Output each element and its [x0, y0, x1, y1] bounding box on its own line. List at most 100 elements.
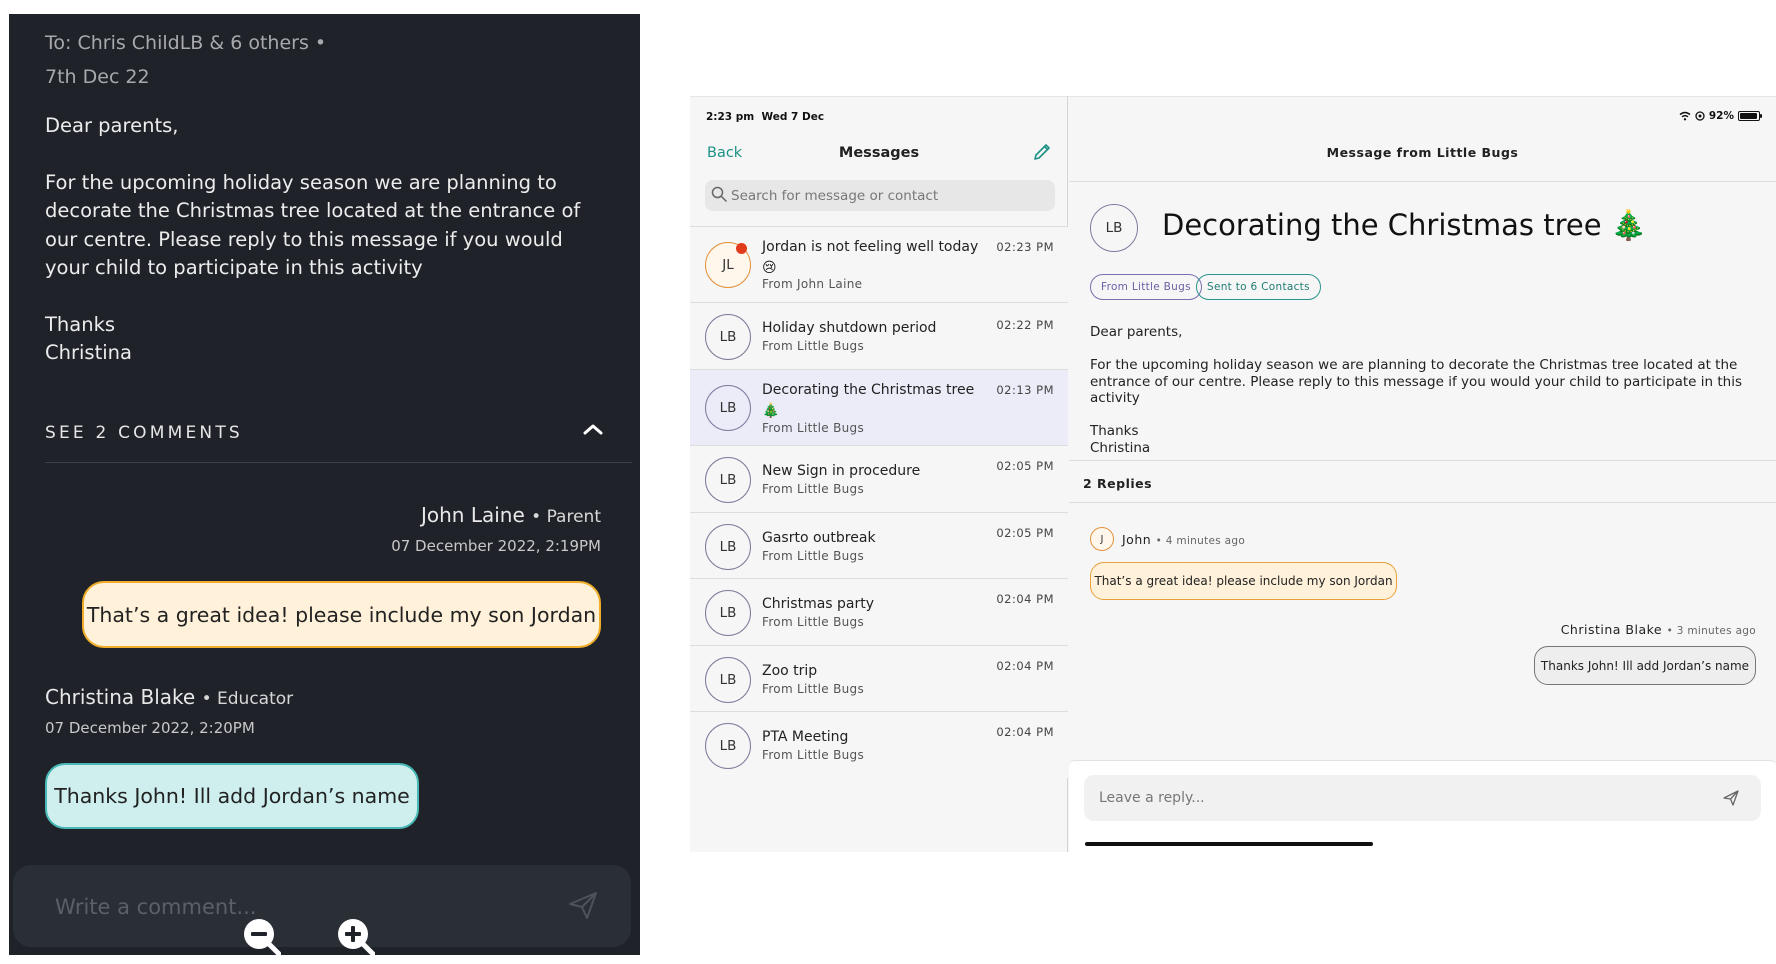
message-paragraph: Dear parents, — [45, 114, 179, 137]
list-item-sender: From Little Bugs — [762, 339, 865, 353]
avatar: LB — [705, 457, 751, 503]
comment-author-educator: Christina Blake • Educator — [45, 685, 293, 709]
battery-percent: 92% — [1708, 110, 1734, 122]
reply-composer — [1069, 760, 1776, 852]
list-item[interactable]: LB New Sign in procedure From Little Bug… — [690, 446, 1068, 513]
search-bar[interactable] — [705, 180, 1055, 211]
location-icon — [1695, 111, 1705, 121]
avatar: LB — [705, 723, 751, 769]
chevron-up-icon[interactable] — [579, 417, 607, 441]
avatar: LB — [705, 524, 751, 570]
comment-composer[interactable]: Write a comment... — [13, 865, 631, 947]
list-item-time: 02:04 PM — [996, 725, 1054, 739]
send-icon[interactable] — [567, 889, 599, 921]
comment-date: 07 December 2022, 2:20PM — [45, 719, 255, 737]
comment-bubble-parent: That’s a great idea! please include my s… — [82, 581, 601, 648]
message-subject: Decorating the Christmas tree 🎄 — [1162, 208, 1647, 242]
reply-author: Christina Blake • 3 minutes ago — [1561, 622, 1756, 637]
avatar: LB — [705, 657, 751, 703]
mobile-message-view: To: Chris ChildLB & 6 others • 7th Dec 2… — [9, 14, 640, 955]
list-item-time: 02:05 PM — [996, 526, 1054, 540]
battery-icon — [1738, 111, 1762, 121]
wifi-icon — [1679, 111, 1691, 121]
comment-author-parent: John Laine • Parent — [421, 503, 601, 527]
list-item-sender: From Little Bugs — [762, 549, 865, 563]
see-comments-toggle[interactable]: SEE 2 COMMENTS — [45, 423, 243, 443]
list-item-selected[interactable]: LB Decorating the Christmas tree 🎄 From … — [690, 370, 1068, 446]
list-item[interactable]: LB Gasrto outbreak From Little Bugs 02:0… — [690, 513, 1068, 579]
comment-author-role: • Educator — [201, 689, 294, 709]
reply-author-name: John — [1122, 532, 1152, 547]
reply-timestamp: • 3 minutes ago — [1666, 625, 1756, 637]
message-list: JL Jordan is not feeling well today 😢 Fr… — [690, 226, 1068, 778]
list-item-subject: Zoo trip — [762, 663, 818, 679]
avatar: J — [1090, 527, 1114, 551]
comment-author-name: John Laine — [421, 503, 525, 527]
recipients-header: To: Chris ChildLB & 6 others • 7th Dec 2… — [45, 26, 326, 94]
list-item[interactable]: LB Holiday shutdown period From Little B… — [690, 303, 1068, 370]
list-item-subject: PTA Meeting — [762, 729, 849, 745]
chip-from: From Little Bugs — [1090, 274, 1202, 300]
list-item-subject: New Sign in procedure — [762, 463, 921, 479]
list-item-subject: Gasrto outbreak — [762, 530, 876, 546]
list-item[interactable]: LB Zoo trip From Little Bugs 02:04 PM — [690, 646, 1068, 712]
page-title: Messages — [838, 145, 920, 161]
message-body: Dear parents, For the upcoming holiday s… — [1090, 324, 1760, 473]
reply-bubble-parent: That’s a great idea! please include my s… — [1090, 562, 1397, 600]
reply-author: John • 4 minutes ago — [1122, 532, 1245, 547]
list-item-sender: From Little Bugs — [762, 682, 865, 696]
list-item[interactable]: LB PTA Meeting From Little Bugs 02:04 PM — [690, 712, 1068, 778]
list-item-time: 02:04 PM — [996, 592, 1054, 606]
replies-count: 2 Replies — [1083, 476, 1153, 491]
zoom-out-icon[interactable] — [241, 916, 281, 955]
message-paragraph: For the upcoming holiday season we are p… — [45, 170, 581, 280]
comment-author-role: • Parent — [531, 507, 601, 527]
recipients-line: To: Chris ChildLB & 6 others • — [45, 32, 327, 54]
comment-input[interactable]: Write a comment... — [55, 895, 256, 919]
list-item-time: 02:04 PM — [996, 659, 1054, 673]
message-date: 7th Dec 22 — [45, 66, 150, 88]
comment-author-name: Christina Blake — [45, 685, 196, 709]
detail-header-title: Message from Little Bugs — [1326, 145, 1519, 160]
comment-bubble-educator: Thanks John! Ill add Jordan’s name — [45, 763, 419, 829]
message-body: Dear parents, For the upcoming holiday s… — [45, 112, 605, 396]
list-item[interactable]: JL Jordan is not feeling well today 😢 Fr… — [690, 227, 1068, 303]
list-item-time: 02:05 PM — [996, 459, 1054, 473]
list-item-sender: From Little Bugs — [762, 748, 865, 762]
list-item-subject: Christmas party — [762, 596, 875, 612]
list-item-sender: From Little Bugs — [762, 482, 865, 496]
zoom-in-icon[interactable] — [335, 916, 375, 955]
list-item-subject: Holiday shutdown period — [762, 320, 937, 336]
message-paragraph: For the upcoming holiday season we are p… — [1090, 357, 1742, 406]
status-indicators: 92% — [1679, 110, 1762, 122]
divider — [1069, 460, 1776, 461]
tablet-messages-app: 2:23 pm Wed 7 Dec Back Messages JL Jorda… — [690, 96, 1776, 852]
avatar: LB — [1090, 204, 1138, 252]
send-icon[interactable] — [1722, 789, 1740, 807]
reply-box[interactable] — [1084, 775, 1761, 821]
search-icon — [711, 186, 727, 202]
compose-icon[interactable] — [1032, 142, 1052, 162]
reply-input[interactable] — [1099, 775, 1699, 821]
list-item-time: 02:22 PM — [996, 318, 1054, 332]
reply-timestamp: • 4 minutes ago — [1155, 535, 1246, 547]
home-indicator — [1085, 842, 1373, 846]
chip-sent-to-contacts[interactable]: Sent to 6 Contacts — [1196, 274, 1321, 300]
list-item-subject: Jordan is not feeling well today 😢 — [762, 239, 979, 276]
message-signoff: Thanks Christina — [1090, 423, 1151, 456]
list-item-sender: From Little Bugs — [762, 615, 865, 629]
reply-bubble-educator: Thanks John! Ill add Jordan’s name — [1534, 646, 1756, 685]
list-item[interactable]: LB Christmas party From Little Bugs 02:0… — [690, 579, 1068, 646]
message-signoff: Thanks Christina — [45, 312, 132, 365]
list-item-subject: Decorating the Christmas tree 🎄 — [762, 382, 975, 419]
message-paragraph: Dear parents, — [1090, 324, 1183, 340]
comment-date: 07 December 2022, 2:19PM — [391, 537, 601, 555]
divider — [45, 462, 632, 463]
status-time: 2:23 pm Wed 7 Dec — [706, 111, 825, 123]
divider — [1069, 181, 1776, 182]
reply-author-name: Christina Blake — [1560, 622, 1663, 637]
avatar: LB — [705, 385, 751, 431]
avatar: LB — [705, 314, 751, 360]
list-item-sender: From John Laine — [762, 277, 863, 291]
search-input[interactable] — [731, 180, 1046, 211]
